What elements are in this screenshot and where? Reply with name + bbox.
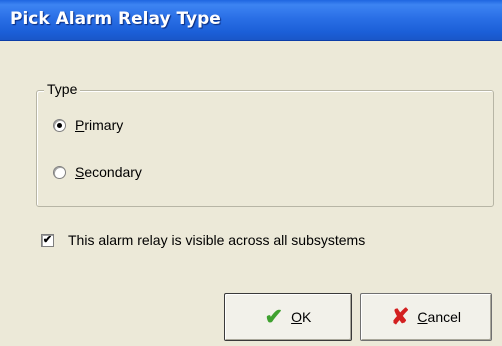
visible-across-subsystems-label[interactable]: This alarm relay is visible across all s… — [68, 232, 365, 248]
cross-icon: ✘ — [390, 304, 410, 329]
cancel-mnemonic: C — [417, 309, 428, 325]
visible-across-subsystems-checkbox-row[interactable]: ✔ This alarm relay is visible across all… — [41, 232, 365, 248]
radio-secondary[interactable]: Secondary — [53, 164, 142, 180]
radio-primary-button[interactable] — [53, 118, 66, 132]
cancel-button[interactable]: ✘ Cancel — [360, 293, 492, 341]
groupbox-legend: Type — [44, 81, 81, 97]
cancel-text: ancel — [427, 309, 462, 325]
radio-primary-text: rimary — [84, 117, 124, 133]
radio-secondary-button[interactable] — [53, 165, 66, 179]
type-groupbox — [36, 90, 494, 207]
visible-across-subsystems-checkbox[interactable]: ✔ — [41, 233, 54, 247]
radio-secondary-label[interactable]: Secondary — [75, 164, 142, 180]
radio-secondary-mnemonic: S — [75, 164, 85, 180]
radio-primary-mnemonic: P — [75, 117, 85, 133]
ok-mnemonic: O — [291, 309, 302, 325]
checkmark-icon: ✔ — [264, 304, 284, 329]
ok-text: K — [301, 309, 312, 325]
radio-secondary-text: econdary — [84, 164, 142, 180]
cancel-button-label: Cancel — [417, 309, 461, 325]
window-title: Pick Alarm Relay Type — [10, 9, 221, 29]
ok-button-label: OK — [291, 309, 311, 325]
radio-primary[interactable]: Primary — [53, 117, 123, 133]
title-bar[interactable]: Pick Alarm Relay Type — [0, 0, 502, 41]
radio-primary-label[interactable]: Primary — [75, 117, 123, 133]
ok-button[interactable]: ✔ OK — [224, 293, 352, 341]
